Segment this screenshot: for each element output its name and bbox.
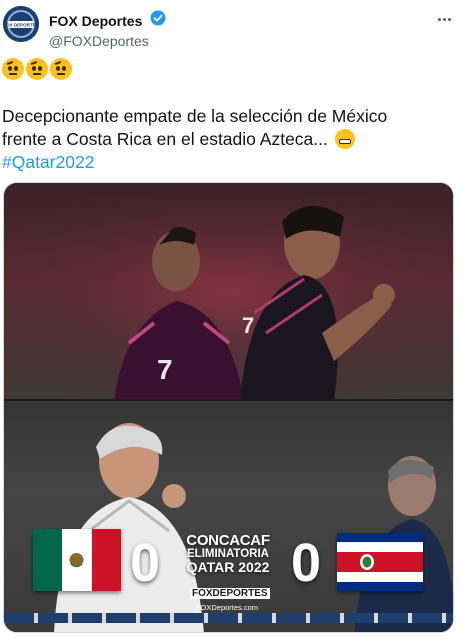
- svg-text:7: 7: [242, 313, 254, 338]
- graphic-bottom-strip: [4, 613, 453, 623]
- home-score: 0: [130, 533, 161, 593]
- competition-line-3: QATAR 2022: [186, 559, 270, 575]
- brand-url: FOXDeportes.com: [195, 603, 259, 612]
- costa-rica-flag-icon: [337, 533, 423, 591]
- emoji-row: [2, 58, 72, 80]
- raised-eyebrow-emoji-icon: [50, 58, 72, 80]
- avatar[interactable]: FOX DEPORTES: [3, 6, 39, 42]
- verified-badge-icon: [150, 10, 166, 31]
- tweet-media-image[interactable]: 7 7 0 CONCACAF ELIMINATORIA QATAR 2022 F…: [3, 182, 454, 633]
- players-photo: 7 7: [4, 183, 453, 401]
- brand-logo: FOXDEPORTES: [190, 588, 270, 599]
- tweet: FOX DEPORTES FOX Deportes @FOXDeportes D…: [0, 0, 461, 643]
- user-handle[interactable]: @FOXDeportes: [49, 33, 166, 49]
- mexico-flag-icon: [33, 529, 121, 591]
- fox-deportes-logo-icon: FOX DEPORTES: [3, 6, 39, 42]
- raised-eyebrow-emoji-icon: [26, 58, 48, 80]
- author-block: FOX Deportes @FOXDeportes: [49, 10, 166, 49]
- hashtag-link[interactable]: #Qatar2022: [2, 152, 94, 172]
- raised-eyebrow-emoji-icon: [2, 58, 24, 80]
- svg-text:7: 7: [157, 354, 173, 385]
- fox-deportes-brand: FOXDEPORTES FOXDeportes.com: [190, 583, 270, 612]
- tweet-line-1: Decepcionante empate de la selección de …: [2, 106, 388, 126]
- away-score: 0: [291, 533, 322, 593]
- more-options-icon[interactable]: [434, 10, 454, 28]
- competition-line-1: CONCACAF: [186, 532, 270, 549]
- tweet-line-2: frente a Costa Rica en el estadio Azteca…: [2, 128, 457, 151]
- competition-label: CONCACAF ELIMINATORIA QATAR 2022: [182, 533, 274, 574]
- tweet-text: Decepcionante empate de la selección de …: [2, 105, 457, 174]
- grimacing-face-emoji-icon: [334, 129, 355, 149]
- display-name[interactable]: FOX Deportes: [49, 13, 142, 29]
- tweet-line-2-text: frente a Costa Rica en el estadio Azteca…: [2, 129, 328, 149]
- svg-text:FOX DEPORTES: FOX DEPORTES: [3, 23, 38, 28]
